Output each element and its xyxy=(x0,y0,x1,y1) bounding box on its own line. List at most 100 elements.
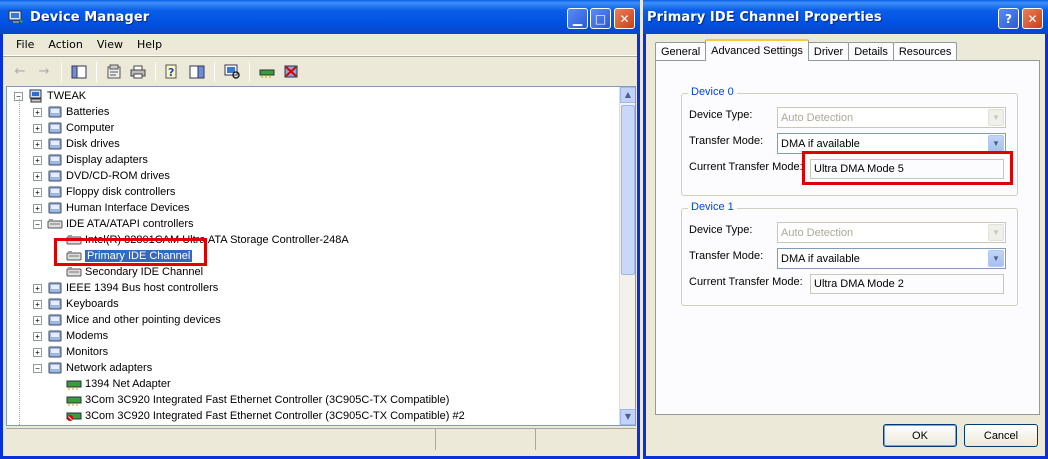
ok-button[interactable]: OK xyxy=(883,424,957,447)
tree-item-label: Computer xyxy=(66,122,115,134)
toolbar-separator xyxy=(249,61,250,82)
tree-category[interactable]: + Batteries xyxy=(33,104,109,120)
tab-general[interactable]: General xyxy=(655,42,707,61)
menu-bar: File Action View Help xyxy=(3,34,637,56)
properties-icon xyxy=(107,64,121,79)
scan-hardware-button[interactable] xyxy=(221,61,243,83)
device0-transfer-value: DMA if available xyxy=(781,137,860,150)
tree-item-label: Keyboards xyxy=(66,298,119,310)
expand-icon[interactable]: + xyxy=(33,315,42,325)
properties-titlebar[interactable]: Primary IDE Channel Properties ? ✕ xyxy=(643,0,1048,34)
menu-help[interactable]: Help xyxy=(130,38,169,51)
chevron-down-icon[interactable]: ▼ xyxy=(988,250,1004,267)
menu-view[interactable]: View xyxy=(90,38,130,51)
mouse-icon xyxy=(47,313,63,327)
toolbar-separator xyxy=(155,61,156,82)
expand-icon[interactable]: + xyxy=(33,331,42,341)
device-manager-title: Device Manager xyxy=(30,9,150,25)
monitor-icon xyxy=(47,345,63,359)
tree-category[interactable]: − IDE ATA/ATAPI controllers xyxy=(33,216,194,232)
forward-button[interactable]: → xyxy=(33,61,55,83)
tree-category[interactable]: + Display adapters xyxy=(33,152,148,168)
chevron-down-icon[interactable]: ▼ xyxy=(988,135,1004,152)
expand-icon[interactable]: + xyxy=(33,123,42,133)
expand-icon[interactable]: + xyxy=(33,283,42,293)
tree-category[interactable]: + Disk drives xyxy=(33,136,120,152)
expand-icon[interactable]: + xyxy=(33,139,42,149)
tree-category[interactable]: + DVD/CD-ROM drives xyxy=(33,168,170,184)
tree-item-label: Batteries xyxy=(66,106,110,118)
tree-item-label: DVD/CD-ROM drives xyxy=(66,170,170,182)
collapse-icon[interactable]: − xyxy=(33,219,42,229)
tree-item-label: Monitors xyxy=(66,346,109,358)
show-hide-console-tree-button[interactable] xyxy=(68,61,90,83)
show-description-button[interactable] xyxy=(186,61,208,83)
scan-hardware-icon xyxy=(224,64,240,79)
tree-device[interactable]: Secondary IDE Channel xyxy=(66,264,203,280)
expand-icon[interactable]: + xyxy=(33,187,42,197)
tree-item-label: Modems xyxy=(66,330,109,342)
tree-device[interactable]: 3Com 3C920 Integrated Fast Ethernet Cont… xyxy=(66,392,449,408)
expand-icon[interactable]: + xyxy=(33,347,42,357)
tree-category[interactable]: + Mice and other pointing devices xyxy=(33,312,221,328)
tree-category[interactable]: + Monitors xyxy=(33,344,108,360)
help-titlebar-button[interactable]: ? xyxy=(998,8,1019,29)
tree-category[interactable]: + Keyboards xyxy=(33,296,119,312)
chevron-down-icon: ▼ xyxy=(988,109,1004,126)
scroll-up-icon: ▲ xyxy=(624,90,632,99)
device-tree[interactable]: − TWEAK + Batteries + Computer + Disk drives +… xyxy=(6,86,636,426)
chevron-down-icon: ▼ xyxy=(988,224,1004,241)
expand-icon[interactable]: + xyxy=(33,203,42,213)
tree-category[interactable]: + Computer xyxy=(33,120,114,136)
expand-icon[interactable]: + xyxy=(33,171,42,181)
collapse-icon[interactable]: − xyxy=(33,363,42,373)
uninstall-button[interactable] xyxy=(280,61,302,83)
menu-file[interactable]: File xyxy=(9,38,41,51)
device1-current-row: Current Transfer Mode: xyxy=(689,276,803,288)
tree-root[interactable]: − TWEAK xyxy=(14,88,86,104)
scroll-up-button[interactable]: ▲ xyxy=(620,87,635,103)
close-button[interactable]: ✕ xyxy=(614,8,635,29)
expand-icon[interactable]: + xyxy=(33,299,42,309)
help-button[interactable]: ? xyxy=(162,61,184,83)
tree-category[interactable]: + Human Interface Devices xyxy=(33,200,190,216)
tab-driver[interactable]: Driver xyxy=(807,42,850,61)
scroll-thumb[interactable] xyxy=(621,105,635,275)
battery-icon xyxy=(47,105,63,119)
menu-action[interactable]: Action xyxy=(41,38,89,51)
tree-category[interactable]: + Floppy disk controllers xyxy=(33,184,175,200)
print-button[interactable] xyxy=(127,61,149,83)
disk-drive-icon xyxy=(47,137,63,151)
maximize-button[interactable]: □ xyxy=(590,8,611,29)
scroll-down-button[interactable]: ▼ xyxy=(620,409,635,425)
help-icon: ? xyxy=(165,64,177,79)
expand-icon[interactable]: + xyxy=(33,107,42,117)
properties-button[interactable] xyxy=(103,61,125,83)
toolbar-separator xyxy=(61,61,62,82)
tab-advanced-settings[interactable]: Advanced Settings xyxy=(705,39,809,61)
tree-category[interactable]: + IEEE 1394 Bus host controllers xyxy=(33,280,218,296)
cancel-button[interactable]: Cancel xyxy=(964,424,1038,447)
update-driver-button[interactable] xyxy=(256,61,278,83)
device1-transfer-select[interactable]: DMA if available ▼ xyxy=(777,248,1006,269)
tree-category[interactable]: + Modems xyxy=(33,328,108,344)
tree-device[interactable]: 1394 Net Adapter xyxy=(66,376,171,392)
device0-transfer-row: Transfer Mode: xyxy=(689,135,763,147)
modem-icon xyxy=(47,329,63,343)
properties-title: Primary IDE Channel Properties xyxy=(647,9,882,25)
minimize-icon: ▁ xyxy=(572,11,583,26)
status-pane-2 xyxy=(436,429,536,450)
dialog-close-button[interactable]: ✕ xyxy=(1022,8,1043,29)
properties-dialog: Primary IDE Channel Properties ? ✕ Gener… xyxy=(643,0,1048,459)
tab-details[interactable]: Details xyxy=(848,42,894,61)
back-button[interactable]: ← xyxy=(9,61,31,83)
tab-resources[interactable]: Resources xyxy=(892,42,958,61)
vertical-scrollbar[interactable]: ▲ ▼ xyxy=(619,87,635,425)
tree-device[interactable]: 3Com 3C920 Integrated Fast Ethernet Cont… xyxy=(66,408,465,424)
tree-category[interactable]: − Network adapters xyxy=(33,360,152,376)
toolbar: ← → ? xyxy=(3,56,637,86)
device-manager-titlebar[interactable]: Device Manager ▁ □ ✕ xyxy=(0,0,640,34)
expand-icon[interactable]: + xyxy=(33,155,42,165)
minimize-button[interactable]: ▁ xyxy=(567,8,588,29)
device1-legend: Device 1 xyxy=(688,201,737,213)
